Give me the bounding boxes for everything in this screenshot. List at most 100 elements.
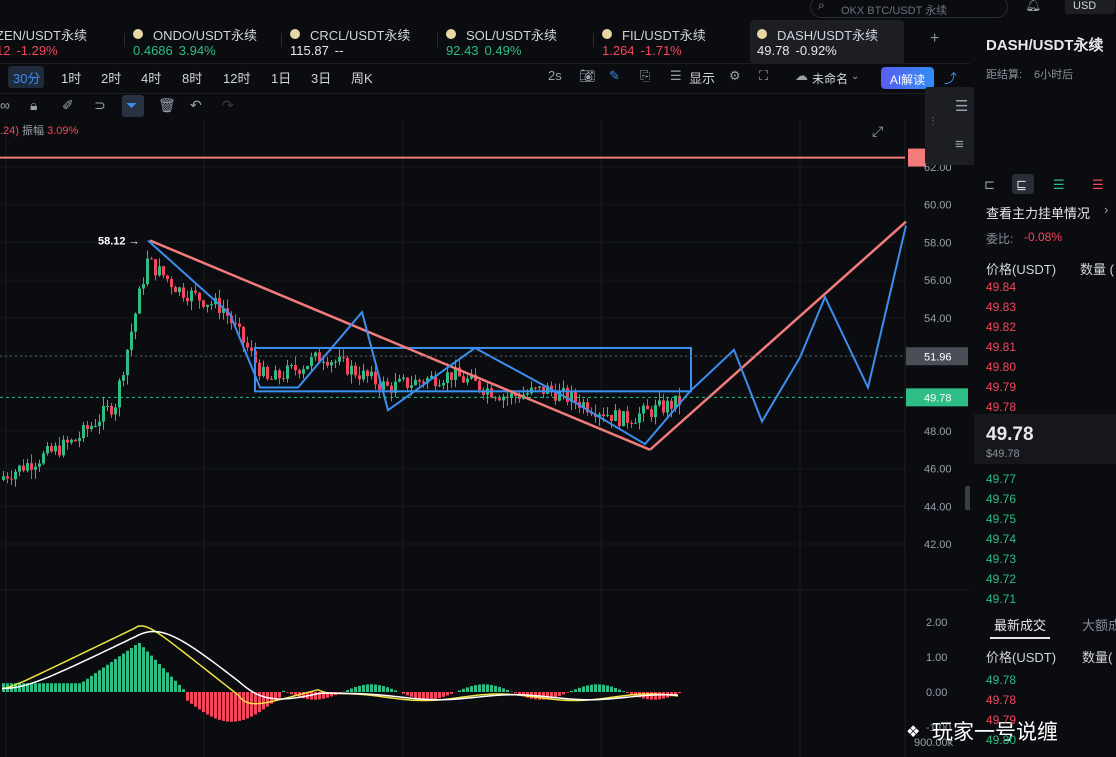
ticker-price: 12 (0, 43, 11, 58)
timeframe-0[interactable]: 30分 (13, 68, 40, 87)
display-button[interactable]: 显示 (689, 68, 715, 87)
timeframe-2[interactable]: 2时 (101, 68, 121, 87)
edit-icon[interactable]: ✐ (62, 97, 74, 114)
candle-body (270, 378, 273, 380)
tab-underline (990, 637, 1050, 639)
macd-histogram-bar (482, 684, 485, 692)
macd-histogram-bar (146, 651, 149, 692)
drag-handle-icon[interactable]: ⋮ (928, 116, 938, 127)
ask-price: 49.81 (986, 340, 1017, 354)
candle-body (170, 279, 173, 288)
filter-icon[interactable]: ⏷ (126, 97, 137, 114)
candle-body (258, 362, 261, 377)
search-input[interactable]: OKX BTC/USDT 永续 (810, 0, 1008, 18)
macd-histogram-bar (242, 692, 245, 720)
macd-histogram-bar (378, 685, 381, 692)
orderbook-red-icon[interactable]: ☰ (1092, 177, 1104, 193)
settings-icon[interactable]: ⚙ (729, 68, 741, 84)
candle-body (250, 347, 253, 351)
macd-histogram-bar (362, 684, 365, 692)
macd-histogram-bar (514, 692, 517, 694)
candle-body (90, 426, 93, 430)
timeframe-8[interactable]: 周K (351, 68, 373, 87)
redo-icon[interactable]: ↷ (222, 97, 234, 114)
macd-histogram-bar (106, 664, 109, 692)
candle-body (126, 349, 129, 376)
share-icon[interactable]: ⤴ (944, 68, 957, 87)
orderbook-bids-icon[interactable]: ⊑ (1016, 177, 1027, 193)
macd-histogram-bar (354, 687, 357, 692)
timeframe-6[interactable]: 1日 (271, 68, 291, 87)
display-icon[interactable]: ☰ (670, 68, 682, 84)
trade-price: 49.80 (986, 733, 1017, 747)
orderbook-both-icon[interactable]: ⊏ (984, 177, 995, 193)
macd-histogram-bar (234, 692, 237, 722)
macd-histogram-bar (126, 650, 129, 692)
pen-icon[interactable]: ✎ (609, 68, 620, 84)
bid-price: 49.75 (986, 512, 1017, 526)
candle-body (626, 411, 629, 423)
ai-analysis-button[interactable]: AI解读 (881, 67, 934, 89)
coin-icon (602, 29, 612, 39)
lock-icon[interactable]: 🔒︎ (30, 97, 37, 114)
cloud-icon[interactable]: ☁ (795, 68, 808, 84)
link-icon[interactable]: ∞ (0, 97, 10, 113)
currency-select[interactable]: USD (1065, 0, 1115, 14)
candle-body (22, 465, 25, 471)
layout-icon[interactable]: ⎘ (640, 68, 650, 84)
tab-separator (593, 33, 594, 47)
bid-price: 49.73 (986, 552, 1017, 566)
ticker-price: 49.78 (757, 43, 790, 58)
main-orders-link[interactable]: 查看主力挂单情况 (986, 203, 1090, 222)
search-icon: ⌕ (818, 0, 825, 12)
tab-latest-trades[interactable]: 最新成交 (994, 615, 1046, 634)
macd-histogram-bar (134, 645, 137, 692)
trade-price: 49.78 (986, 693, 1017, 707)
tab-large-trades[interactable]: 大额成 (1082, 615, 1116, 634)
ask-price: 49.80 (986, 360, 1017, 374)
macd-histogram-bar (374, 684, 377, 692)
timeframe-1[interactable]: 1时 (61, 68, 81, 87)
candle-body (646, 405, 649, 410)
ticker-name: SOL/USDT永续 (466, 28, 558, 43)
amplitude-info: .24) 振幅 3.09% (0, 122, 78, 138)
candle-body (658, 400, 661, 406)
macd-histogram-bar (282, 690, 285, 692)
candle-body (610, 414, 613, 422)
undo-icon[interactable]: ↶ (190, 97, 202, 114)
trash-icon[interactable]: 🗑︎ (158, 97, 176, 114)
funding-label: 距结算: (986, 69, 1023, 81)
macd-histogram-bar (154, 659, 157, 692)
candle-body (50, 446, 53, 452)
interval-label[interactable]: 2s (548, 68, 562, 83)
fullscreen-icon[interactable]: ⛶ (759, 68, 768, 84)
kline-chart[interactable]: 58.12 → 62.0060.0058.0056.0054.0052.0050… (0, 120, 970, 757)
macd-histogram-bar (210, 692, 213, 717)
macd-histogram-bar (158, 664, 161, 692)
ask-price: 49.84 (986, 280, 1017, 294)
candle-body (418, 379, 421, 382)
timeframe-7[interactable]: 3日 (311, 68, 331, 87)
candle-body (174, 287, 177, 293)
bell-icon[interactable]: 🔔︎ (1025, 0, 1042, 13)
macd-histogram-bar (218, 692, 221, 720)
macd-histogram-bar (658, 692, 661, 700)
add-tab-icon[interactable]: + (930, 30, 939, 48)
expand-icon[interactable]: ⤢ (872, 123, 883, 140)
candle-body (158, 266, 161, 276)
macd-histogram-bar (198, 692, 201, 710)
timeframe-3[interactable]: 4时 (141, 68, 161, 87)
candle-body (142, 284, 145, 289)
fib-tool-icon[interactable]: ≡ (955, 136, 964, 153)
ticker-change: 0.49% (484, 43, 522, 58)
macd-histogram-bar (358, 685, 361, 692)
timeframe-5[interactable]: 12时 (223, 68, 250, 87)
camera-icon[interactable]: 📷︎ (579, 68, 596, 84)
layout-name-select[interactable]: 未命名 (812, 70, 848, 87)
magnet-icon[interactable]: ⊃ (94, 97, 106, 114)
macd-histogram-bar (470, 686, 473, 692)
lines-tool-icon[interactable]: ☰ (955, 97, 968, 115)
candle-body (462, 376, 465, 383)
timeframe-4[interactable]: 8时 (182, 68, 202, 87)
orderbook-green-icon[interactable]: ☰ (1053, 177, 1065, 193)
